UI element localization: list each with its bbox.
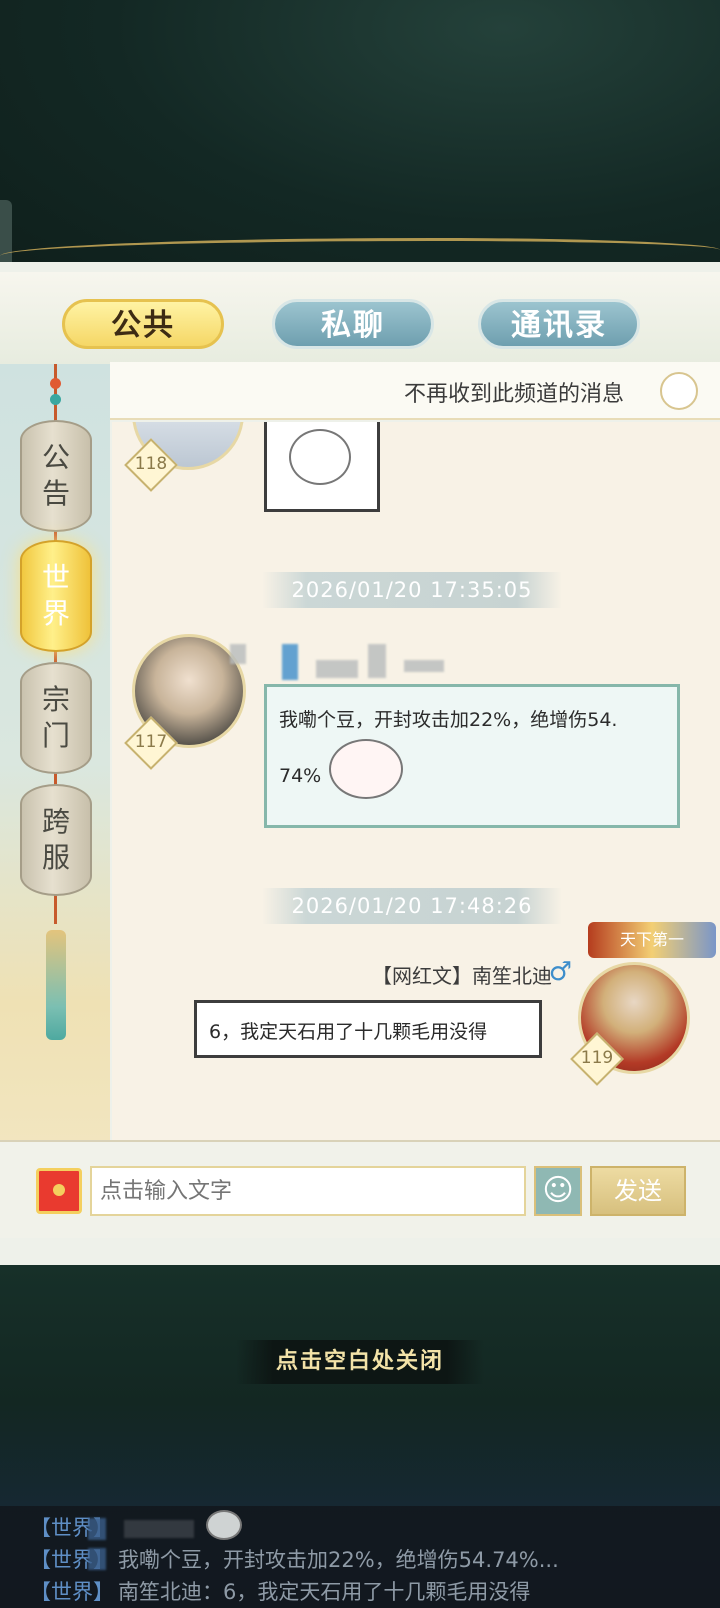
male-icon: ♂ <box>548 957 572 987</box>
sidebar-item-char: 世 <box>41 561 70 594</box>
mute-channel-bar: 不再收到此频道的消息 <box>110 362 720 420</box>
sidebar-item-sect[interactable]: 宗 门 <box>20 662 92 774</box>
message-text: 74% <box>279 765 322 787</box>
feed-channel-tag: 【世界】 <box>30 1580 114 1604</box>
title-badge: 天下第一 <box>588 922 716 958</box>
channel-tab-bar: 公共 私聊 通讯录 <box>0 272 720 637</box>
sidebar-item-char: 宗 <box>41 683 70 716</box>
sidebar-item-announcement[interactable]: 公 告 <box>20 420 92 532</box>
sticker-bubble[interactable] <box>264 422 380 512</box>
sender-nickname: 南笙北迪 <box>472 964 552 988</box>
tab-private[interactable]: 私聊 <box>272 299 434 349</box>
level-number: 118 <box>134 454 168 474</box>
feed-message-text: 南笙北迪：6，我定天石用了十几颗毛用没得 <box>118 1580 531 1604</box>
mute-channel-label: 不再收到此频道的消息 <box>403 382 624 407</box>
sidebar-item-char: 跨 <box>41 805 70 838</box>
sidebar-item-char: 服 <box>41 841 70 874</box>
message-text: 我嘞个豆，开封攻击加22%，绝增伤54. <box>279 709 618 731</box>
chat-input-bar: ☺ 发送 <box>0 1140 720 1238</box>
close-hint: 点击空白处关闭 <box>236 1340 484 1384</box>
bead-icon <box>50 378 61 389</box>
obscured-name <box>124 1520 194 1538</box>
sidebar-item-cross-server[interactable]: 跨 服 <box>20 784 92 896</box>
level-number: 117 <box>134 732 168 752</box>
sidebar-item-world[interactable]: 世 界 <box>20 540 92 652</box>
message-bubble[interactable]: 6，我定天石用了十几颗毛用没得 <box>194 1000 542 1058</box>
obscured-name <box>368 644 386 678</box>
tab-public[interactable]: 公共 <box>62 299 224 349</box>
red-packet-icon[interactable] <box>36 1168 82 1214</box>
sender-name: 【网红文】南笙北迪 <box>372 960 552 989</box>
obscured-name <box>230 644 246 664</box>
bead-icon <box>50 394 61 405</box>
obscured-name <box>316 660 358 678</box>
message-timestamp: 2026/01/20 17:48:26 <box>262 888 562 924</box>
tassel-ornament <box>46 930 66 1040</box>
feed-message-text: 我嘞个豆，开封攻击加22%，绝增伤54.74%... <box>118 1548 559 1572</box>
message-bubble[interactable]: 我嘞个豆，开封攻击加22%，绝增伤54. 74% <box>264 684 680 828</box>
guild-tag: 【网红文】 <box>372 964 472 988</box>
chat-text-input[interactable] <box>90 1166 526 1216</box>
message-text: 6，我定天石用了十几颗毛用没得 <box>209 1021 488 1043</box>
world-chat-feed[interactable]: 【世界】 【世界】 我嘞个豆，开封攻击加22%，绝增伤54.74%... 【世界… <box>0 1506 720 1608</box>
blushing-bun-sticker-icon <box>329 739 403 799</box>
sidebar-item-char: 告 <box>41 477 70 510</box>
sidebar-item-char: 界 <box>41 597 70 630</box>
sticker-thumbnail-icon <box>206 1510 242 1540</box>
mute-channel-toggle[interactable] <box>660 372 698 410</box>
level-number: 119 <box>580 1048 614 1068</box>
obscured-name <box>88 1548 106 1570</box>
sidebar-item-char: 公 <box>41 441 70 474</box>
obscured-name <box>282 644 298 680</box>
tab-contacts[interactable]: 通讯录 <box>478 299 640 349</box>
message-timestamp: 2026/01/20 17:35:05 <box>262 572 562 608</box>
smiley-icon[interactable]: ☺ <box>534 1166 582 1216</box>
sidebar-item-char: 门 <box>41 719 70 752</box>
obscured-name <box>404 660 444 672</box>
send-button[interactable]: 发送 <box>590 1166 686 1216</box>
obscured-name <box>88 1518 106 1540</box>
feed-line: 【世界】 <box>30 1576 114 1606</box>
chat-message-list[interactable]: 118 2026/01/20 17:35:05 117 我嘞个豆，开封攻击加22… <box>112 422 720 1140</box>
sweating-bun-sticker-icon <box>289 429 351 485</box>
